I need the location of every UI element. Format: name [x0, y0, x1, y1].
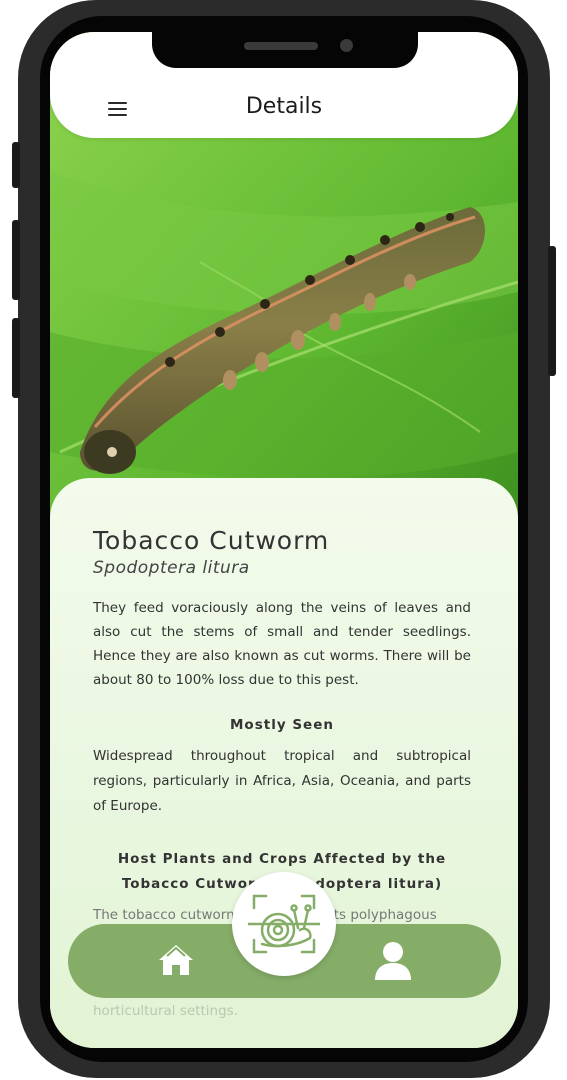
speaker-grille — [244, 42, 318, 50]
pest-common-name: Tobacco Cutworm — [93, 526, 330, 555]
page-title: Details — [245, 94, 323, 119]
scan-button[interactable] — [232, 872, 336, 976]
mostly-seen-body: Widespread throughout tropical and subtr… — [93, 748, 471, 814]
home-icon[interactable] — [158, 944, 194, 976]
pest-scientific-name: Spodoptera litura — [93, 558, 250, 578]
power-button — [548, 246, 556, 376]
host-plants-body-end: horticultural settings. — [93, 1003, 238, 1019]
user-icon[interactable] — [374, 940, 412, 980]
app-screen: Details Tobacco Cutworm Spodoptera litur… — [50, 32, 518, 1048]
mute-switch — [12, 142, 20, 188]
scan-snail-icon — [248, 894, 320, 954]
phone-notch — [152, 32, 418, 68]
volume-up-button — [12, 220, 20, 300]
volume-down-button — [12, 318, 20, 398]
mostly-seen-title: Mostly Seen — [230, 717, 334, 733]
pest-description: They feed voraciously along the veins of… — [93, 600, 471, 688]
front-camera — [340, 39, 353, 52]
